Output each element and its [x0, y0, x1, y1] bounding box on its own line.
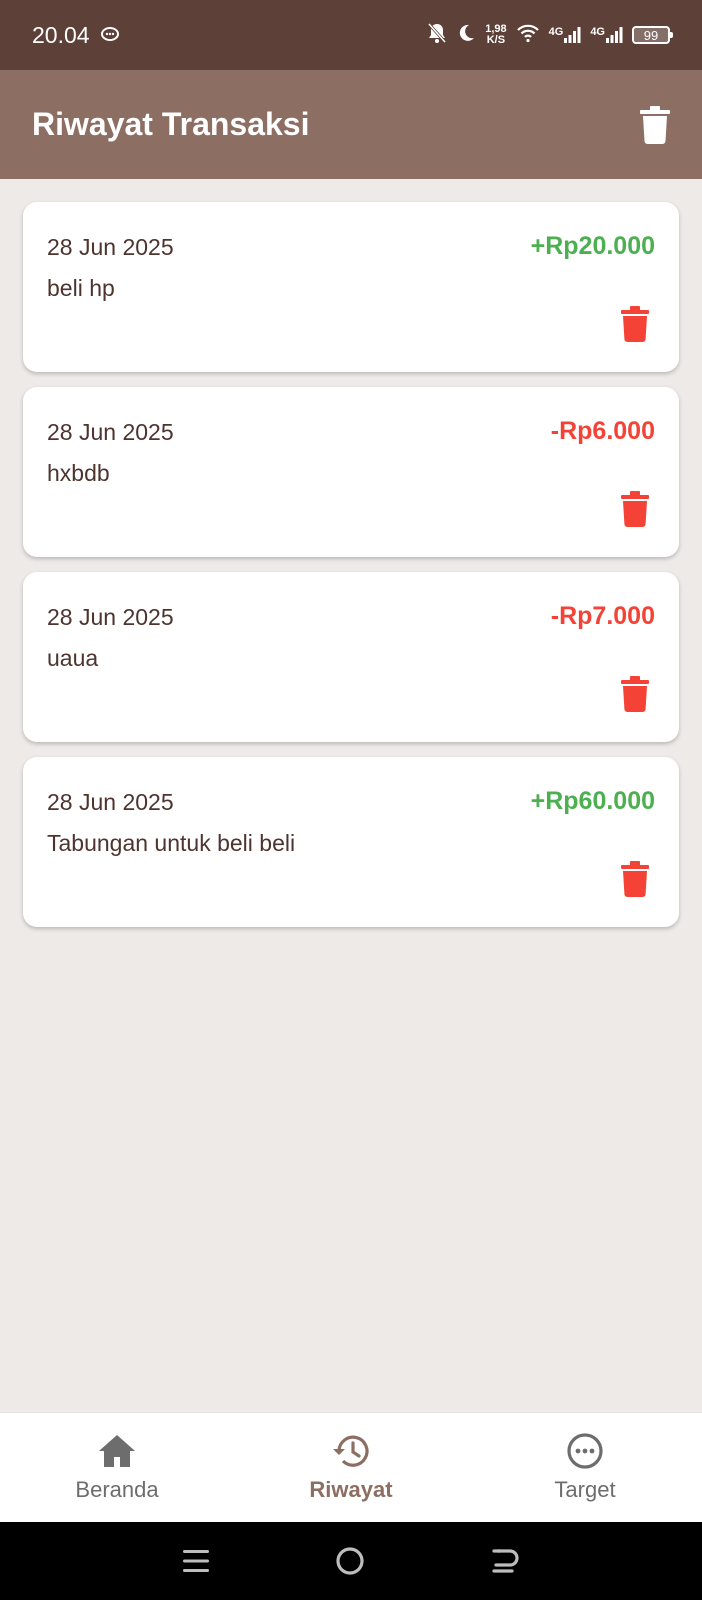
transaction-description: uaua — [47, 645, 99, 671]
delete-all-button[interactable] — [640, 105, 670, 144]
signal-icon — [606, 27, 623, 43]
wifi-icon — [516, 23, 540, 48]
chat-notification-icon — [100, 26, 120, 44]
transaction-description: hxbdb — [47, 460, 110, 486]
delete-transaction-button[interactable] — [621, 676, 649, 712]
nav-item-target[interactable]: Target — [468, 1413, 702, 1522]
status-time: 20.04 — [32, 21, 90, 48]
transaction-list: 28 Jun 2025 beli hp +Rp20.000 28 Jun 202… — [23, 202, 679, 942]
circle-icon — [336, 1547, 364, 1575]
system-navigation-bar — [0, 1522, 702, 1600]
transaction-date: 28 Jun 2025 — [47, 234, 174, 260]
nav-label: Target — [554, 1477, 616, 1502]
back-icon — [492, 1549, 519, 1573]
recent-apps-button[interactable] — [182, 1548, 210, 1574]
sim1-signal: 4G — [549, 26, 582, 44]
trash-icon — [621, 861, 649, 897]
delete-transaction-button[interactable] — [621, 861, 649, 897]
menu-icon — [183, 1550, 210, 1572]
home-button[interactable] — [335, 1546, 365, 1576]
trash-icon — [621, 491, 649, 527]
battery-level: 99 — [643, 27, 659, 43]
signal-icon — [564, 27, 581, 43]
sim2-label: 4G — [590, 26, 605, 38]
transaction-card[interactable]: 28 Jun 2025 hxbdb -Rp6.000 — [23, 387, 679, 557]
page-title: Riwayat Transaksi — [32, 106, 310, 142]
sim2-signal: 4G — [590, 26, 623, 44]
status-indicators: 1,98 K/S 4G 4G 99 — [427, 22, 673, 49]
nav-item-riwayat[interactable]: Riwayat — [234, 1413, 468, 1522]
nav-label: Beranda — [75, 1477, 159, 1502]
trash-icon — [640, 105, 670, 144]
transaction-amount: +Rp20.000 — [530, 232, 655, 260]
nav-label: Riwayat — [309, 1477, 393, 1502]
mute-bell-icon — [427, 22, 447, 49]
more-icon — [567, 1433, 603, 1469]
transaction-amount: -Rp7.000 — [550, 602, 655, 630]
transaction-amount: -Rp6.000 — [550, 417, 655, 445]
sim1-label: 4G — [548, 26, 564, 38]
status-bar: 20.04 1,98 K/S 4G 4G 99 — [0, 0, 702, 70]
app-bar: Riwayat Transaksi — [0, 70, 702, 179]
moon-icon — [456, 23, 476, 48]
trash-icon — [621, 306, 649, 342]
transaction-description: Tabungan untuk beli beli — [47, 830, 296, 856]
back-button[interactable] — [490, 1547, 520, 1575]
transaction-date: 28 Jun 2025 — [47, 419, 174, 445]
nav-item-beranda[interactable]: Beranda — [0, 1413, 234, 1522]
transaction-card[interactable]: 28 Jun 2025 beli hp +Rp20.000 — [23, 202, 679, 372]
delete-transaction-button[interactable] — [621, 306, 649, 342]
transaction-card[interactable]: 28 Jun 2025 uaua -Rp7.000 — [23, 572, 679, 742]
history-icon — [333, 1435, 369, 1467]
trash-icon — [621, 676, 649, 712]
network-speed-unit: K/S — [486, 34, 506, 46]
network-speed: 1,98 K/S — [485, 24, 506, 46]
bottom-navigation: Beranda Riwayat Target — [0, 1412, 702, 1522]
home-icon — [99, 1435, 135, 1467]
transaction-description: beli hp — [47, 275, 115, 301]
delete-transaction-button[interactable] — [621, 491, 649, 527]
battery-icon: 99 — [632, 26, 673, 44]
transaction-amount: +Rp60.000 — [530, 787, 655, 815]
transaction-date: 28 Jun 2025 — [47, 604, 174, 630]
transaction-card[interactable]: 28 Jun 2025 Tabungan untuk beli beli +Rp… — [23, 757, 679, 927]
transaction-date: 28 Jun 2025 — [47, 789, 174, 815]
